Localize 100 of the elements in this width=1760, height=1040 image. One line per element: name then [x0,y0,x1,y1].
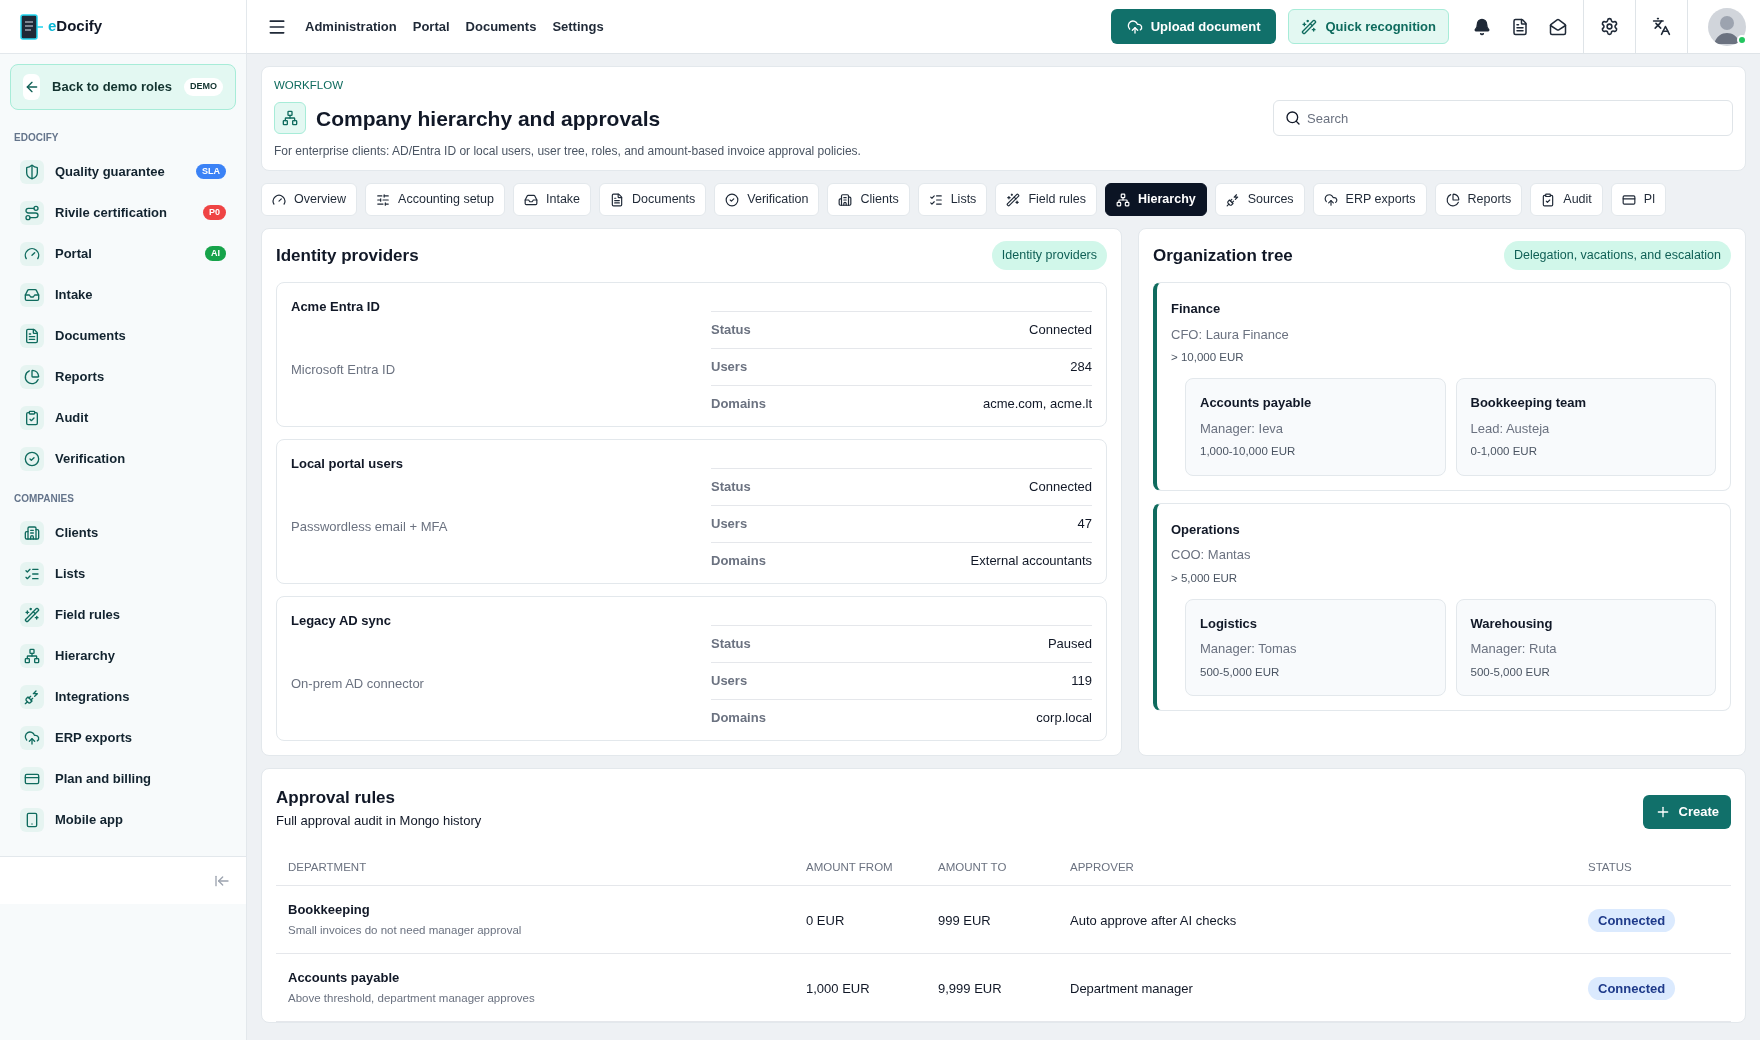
field-value: corp.local [1036,709,1092,728]
notifications-icon[interactable] [1473,17,1491,36]
tab[interactable]: ERP exports [1312,183,1427,217]
column-header: AMOUNT FROM [806,860,893,873]
user-avatar[interactable] [1708,7,1746,46]
brand-name: eDocify [48,16,103,37]
cloud-upload-icon [1323,192,1338,207]
department-note: Above threshold, department manager approves [288,991,536,1007]
upload-document-button[interactable]: Upload document [1110,9,1277,44]
provider-type: Microsoft Entra ID [291,360,396,379]
unit-head: CFO: Laura Finance [1171,325,1290,344]
team-limit: 500-5,000 EUR [1470,664,1551,680]
tab[interactable]: Documents [599,183,707,217]
sidebar-item[interactable]: Reports [0,356,246,397]
eyebrow-label: WORKFLOW [274,78,344,93]
sidebar-item[interactable]: Hierarchy [0,635,246,676]
field-value: External accountants [970,552,1092,571]
team-limit: 0-1,000 EUR [1470,444,1538,460]
field-value: Paused [1047,635,1092,654]
tab[interactable]: Clients [827,183,910,217]
provider-name: Legacy AD sync [291,612,392,630]
provider-type: On-prem AD connector [291,674,424,693]
panel-title: Organization tree [1153,244,1293,267]
field-label: Status [711,478,751,497]
tab[interactable]: Reports [1434,183,1523,217]
sidebar-item[interactable]: Integrations [0,676,246,717]
create-button[interactable]: Create [1642,795,1731,829]
gauge-icon [272,192,286,207]
tab[interactable]: Overview [261,183,358,217]
quick-recognition-button[interactable]: Quick recognition [1288,9,1449,44]
cloud-upload-icon [24,729,40,746]
document-icon[interactable] [1511,17,1529,36]
table-cell: 9,999 EUR [938,980,1002,996]
unit-name: Operations [1171,520,1241,539]
pie-chart-icon [1445,192,1460,207]
provider-name: Local portal users [291,455,404,473]
tab[interactable]: Sources [1214,183,1305,217]
field-label: Domains [711,395,766,414]
sidebar-item[interactable]: Documents [0,315,246,356]
hierarchy-icon [24,647,40,664]
unit-limit: > 5,000 EUR [1171,570,1239,586]
search-field[interactable]: Search [1273,100,1733,137]
checklist-icon [928,192,943,207]
top-menu-link[interactable]: Administration [305,16,397,37]
cloud-upload-icon [1126,18,1143,35]
department-name: Bookkeeping [288,900,371,919]
hierarchy-icon [282,110,298,127]
tab[interactable]: Lists [917,183,988,217]
tab[interactable]: Hierarchy [1105,183,1207,217]
settings-icon[interactable] [1600,17,1619,36]
document-icon [24,327,40,344]
table-cell: Auto approve after AI checks [1070,912,1237,928]
top-menu-link[interactable]: Settings [552,16,604,37]
sidebar-item[interactable]: Audit [0,397,246,438]
sidebar-item[interactable]: Plan and billing [0,758,246,799]
field-label: Users [711,515,748,534]
shield-icon [24,163,40,180]
field-label: Status [711,635,751,654]
unit-name: Finance [1171,300,1222,318]
logo-icon [20,13,44,40]
mail-icon[interactable] [1549,17,1567,36]
magic-wand-icon [1006,192,1021,207]
team-limit: 500-5,000 EUR [1200,664,1281,680]
top-menu-link[interactable]: Documents [465,16,537,37]
section-heading: COMPANIES [13,492,75,506]
tab[interactable]: Intake [513,183,592,217]
magic-wand-icon [1301,18,1318,35]
sidebar-item[interactable]: Quality guarantee SLA [0,151,246,192]
check-circle-icon [725,192,740,207]
sidebar-item[interactable]: Verification [0,438,246,479]
back-button[interactable]: Back to demo roles DEMO [10,64,236,110]
tab[interactable]: Audit [1530,183,1603,217]
top-menu-link[interactable]: Portal [412,16,450,37]
tab[interactable]: Accounting setup [365,183,505,217]
sidebar-item[interactable]: Mobile app [0,799,246,840]
field-label: Users [711,358,748,377]
sidebar-item[interactable]: Intake [0,274,246,315]
department-note: Small invoices do not need manager approval [288,923,523,939]
sidebar-item[interactable]: Lists [0,553,246,594]
unit-head: COO: Mantas [1171,546,1252,564]
tab[interactable]: Pl [1610,183,1666,217]
tab[interactable]: Field rules [995,183,1098,217]
section-heading: EDOCIFY [13,131,60,145]
credit-card-icon [1621,192,1636,207]
document-icon [610,192,625,207]
column-header: AMOUNT TO [938,860,1007,873]
sidebar-item[interactable]: Rivile certification P0 [0,192,246,233]
field-label: Status [711,321,751,340]
table-cell: 999 EUR [938,912,991,928]
sidebar-item[interactable]: Field rules [0,594,246,635]
language-icon[interactable] [1652,17,1671,36]
building-icon [838,192,853,207]
tab[interactable]: Verification [714,183,820,217]
provider-type: Passwordless email + MFA [291,517,448,536]
sidebar-item[interactable]: ERP exports [0,717,246,758]
team-name: Bookkeeping team [1470,394,1588,413]
sidebar-item[interactable]: Portal AI [0,233,246,274]
sidebar-item[interactable]: Clients [0,512,246,553]
panel-subtitle: Full approval audit in Mongo history [276,811,482,830]
table-cell: 0 EUR [806,912,845,928]
